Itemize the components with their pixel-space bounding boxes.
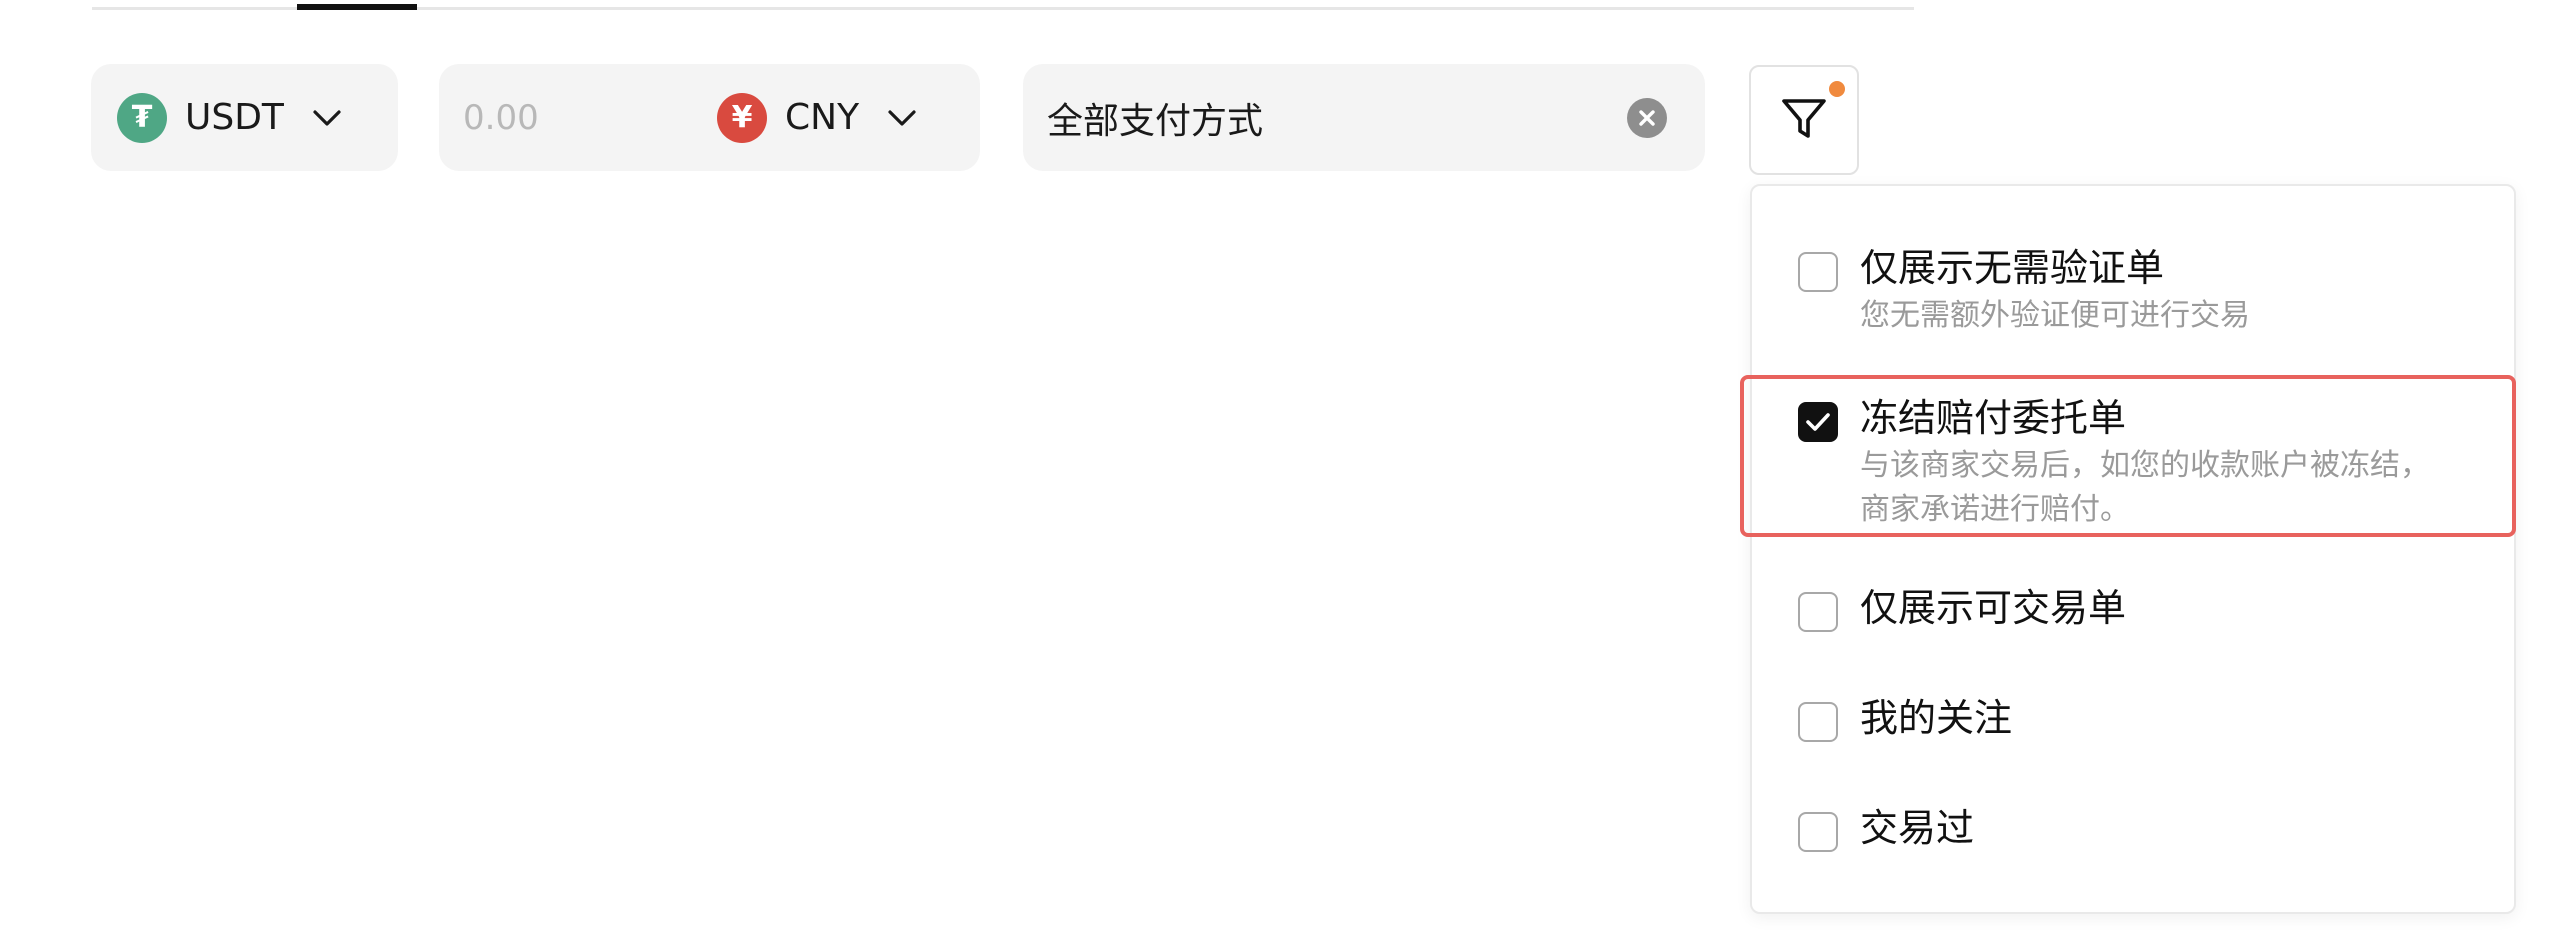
checkbox[interactable] [1798, 252, 1838, 292]
fiat-select[interactable]: ¥ CNY [717, 92, 917, 143]
filter-option-title: 交易过 [1860, 806, 1975, 850]
coin-select[interactable]: ₮ USDT [91, 64, 398, 171]
filter-option-title: 仅展示无需验证单 [1860, 246, 2165, 290]
checkbox[interactable] [1798, 812, 1838, 852]
clear-icon[interactable] [1627, 97, 1667, 138]
filter-option-title: 我的关注 [1860, 696, 2013, 740]
chevron-down-icon [312, 108, 342, 128]
filter-option-title: 仅展示可交易单 [1860, 586, 2127, 630]
payment-method-select[interactable]: 全部支付方式 [1023, 64, 1705, 171]
filter-option-title: 冻结赔付委托单 [1860, 396, 2127, 440]
chevron-down-icon [887, 108, 917, 128]
filter-dropdown: 仅展示无需验证单 您无需额外验证便可进行交易 冻结赔付委托单 与该商家交易后，如… [1750, 184, 2516, 914]
payment-method-label: 全部支付方式 [1047, 100, 1264, 142]
active-filter-indicator [1829, 81, 1845, 97]
checkbox-checked[interactable] [1798, 402, 1838, 442]
filter-button[interactable] [1749, 65, 1859, 175]
amount-input[interactable] [463, 97, 693, 138]
checkmark-icon [1806, 413, 1830, 431]
amount-field-group: ¥ CNY [439, 64, 980, 171]
yuan-icon: ¥ [717, 92, 767, 143]
filter-option-desc: 您无需额外验证便可进行交易 [1860, 298, 2250, 333]
coin-select-label: USDT [185, 97, 284, 138]
fiat-select-label: CNY [785, 97, 860, 138]
tether-icon: ₮ [117, 92, 167, 143]
active-tab-indicator [297, 4, 417, 10]
checkbox[interactable] [1798, 592, 1838, 632]
p2p-filter-page: ₮ USDT ¥ CNY 全部支付方式 [0, 0, 2560, 952]
filter-option-desc: 与该商家交易后，如您的收款账户被冻结，商家承诺进行赔付。 [1860, 448, 2430, 527]
filter-icon [1779, 93, 1829, 147]
checkbox[interactable] [1798, 702, 1838, 742]
